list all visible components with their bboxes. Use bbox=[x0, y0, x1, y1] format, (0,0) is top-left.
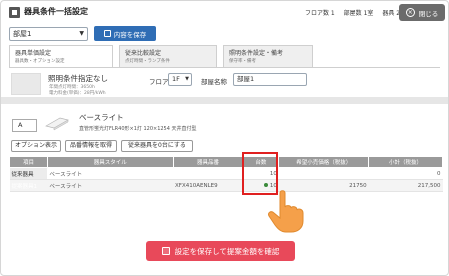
save-icon bbox=[103, 30, 111, 37]
settings-doc-icon bbox=[9, 7, 20, 18]
column-header: 希望小売価格（税抜） bbox=[278, 156, 370, 168]
price-cell bbox=[278, 167, 369, 180]
ceiling-light-icon bbox=[45, 117, 69, 131]
tab-lighting-conditions[interactable]: 照明条件設定・備考 保守率・備考 bbox=[223, 45, 313, 67]
save-label: 内容を保存 bbox=[113, 30, 147, 39]
submit-label: 設定を保存して提案金額を確認 bbox=[174, 246, 280, 256]
table-header-row: 項目 器具スタイル 器具品番 台数 希望小売価格（税抜） 小計（税抜） bbox=[9, 156, 443, 168]
tab-divider bbox=[9, 67, 440, 68]
room-select-value: 部屋1 bbox=[13, 30, 32, 38]
tab-label: 従来比較設定 bbox=[125, 50, 162, 57]
style-cell: ベースライト bbox=[47, 179, 174, 192]
dialog-window: 器具条件一括設定 フロア数 1 部屋数 1室 器具 2種類 × 閉じる 部屋1 … bbox=[0, 0, 449, 276]
column-header: 器具品番 bbox=[172, 156, 244, 168]
close-button[interactable]: × 閉じる bbox=[399, 4, 445, 21]
room-select[interactable]: 部屋1 ▼ bbox=[9, 27, 88, 41]
floor-select-value: 1F bbox=[172, 75, 180, 83]
option-display-button[interactable]: オプション表示 bbox=[11, 140, 61, 152]
model-cell: XFX410AENLE9 bbox=[173, 179, 243, 192]
room-count: 部屋数 1室 bbox=[343, 10, 374, 17]
table-row: 提案器具1 ベースライト XFX410AENLE9 10 21750 217,5… bbox=[9, 179, 443, 192]
tab-label: 器具単価設定 bbox=[15, 50, 52, 57]
save-icon bbox=[161, 247, 170, 255]
close-label: 閉じる bbox=[418, 9, 439, 18]
section-divider bbox=[1, 97, 448, 104]
row-label: 提案器具1 bbox=[9, 179, 48, 192]
tab-label: 照明条件設定・備考 bbox=[229, 50, 284, 57]
close-icon: × bbox=[405, 8, 415, 17]
dialog-title: 器具条件一括設定 bbox=[24, 7, 88, 16]
tab-comparison[interactable]: 従来比較設定 点灯時間・ランプ条件 bbox=[119, 45, 217, 67]
model-cell bbox=[173, 167, 243, 180]
room-thumbnail bbox=[11, 73, 41, 95]
table-row: 従来器具 ベースライト 10 0 bbox=[9, 167, 443, 180]
fixture-table: 項目 器具スタイル 器具品番 台数 希望小売価格（税抜） 小計（税抜） 従来器具… bbox=[9, 156, 443, 192]
column-header: 器具スタイル bbox=[46, 156, 174, 168]
room-name-label: 部屋名称 bbox=[201, 78, 227, 86]
column-header: 小計（税抜） bbox=[368, 156, 443, 168]
subtotal-cell: 0 bbox=[368, 167, 443, 180]
column-header: 項目 bbox=[9, 156, 48, 168]
fixture-letter-field[interactable]: A bbox=[12, 119, 37, 132]
condition-details: 年間点灯時間：3650h 電力料金(単価)：28円/kWh bbox=[49, 85, 106, 97]
fixture-description: 直管形蛍光灯FLR40形×1灯 120×1254 天井直付型 bbox=[79, 126, 197, 132]
row-label: 従来器具 bbox=[9, 167, 48, 180]
fixture-name: ベースライト bbox=[79, 113, 124, 122]
tab-sublabel: 保守率・備考 bbox=[229, 59, 256, 64]
chevron-down-icon: ▼ bbox=[185, 76, 189, 82]
chevron-down-icon: ▼ bbox=[79, 30, 84, 37]
save-button[interactable]: 内容を保存 bbox=[94, 26, 156, 41]
zero-legacy-button[interactable]: 従来器具を0台にする bbox=[121, 140, 193, 152]
fetch-model-info-button[interactable]: 品番情報を取得 bbox=[65, 140, 117, 152]
tab-sublabel: 器具数・オプション設定 bbox=[15, 59, 65, 64]
style-cell: ベースライト bbox=[47, 167, 174, 180]
floor-select[interactable]: 1F ▼ bbox=[168, 73, 192, 86]
condition-title: 照明条件指定なし bbox=[48, 74, 108, 83]
tab-fixture-price[interactable]: 器具単価設定 器具数・オプション設定 bbox=[9, 45, 113, 68]
room-name-input[interactable]: 部屋1 bbox=[233, 73, 307, 86]
tab-sublabel: 点灯時間・ランプ条件 bbox=[125, 59, 170, 64]
floor-count: フロア数 1 bbox=[305, 10, 335, 17]
pointing-hand-icon bbox=[268, 190, 304, 233]
subtotal-cell: 217,500 bbox=[368, 179, 443, 192]
floor-label: フロア bbox=[149, 78, 169, 86]
save-and-confirm-button[interactable]: 設定を保存して提案金額を確認 bbox=[146, 241, 295, 261]
